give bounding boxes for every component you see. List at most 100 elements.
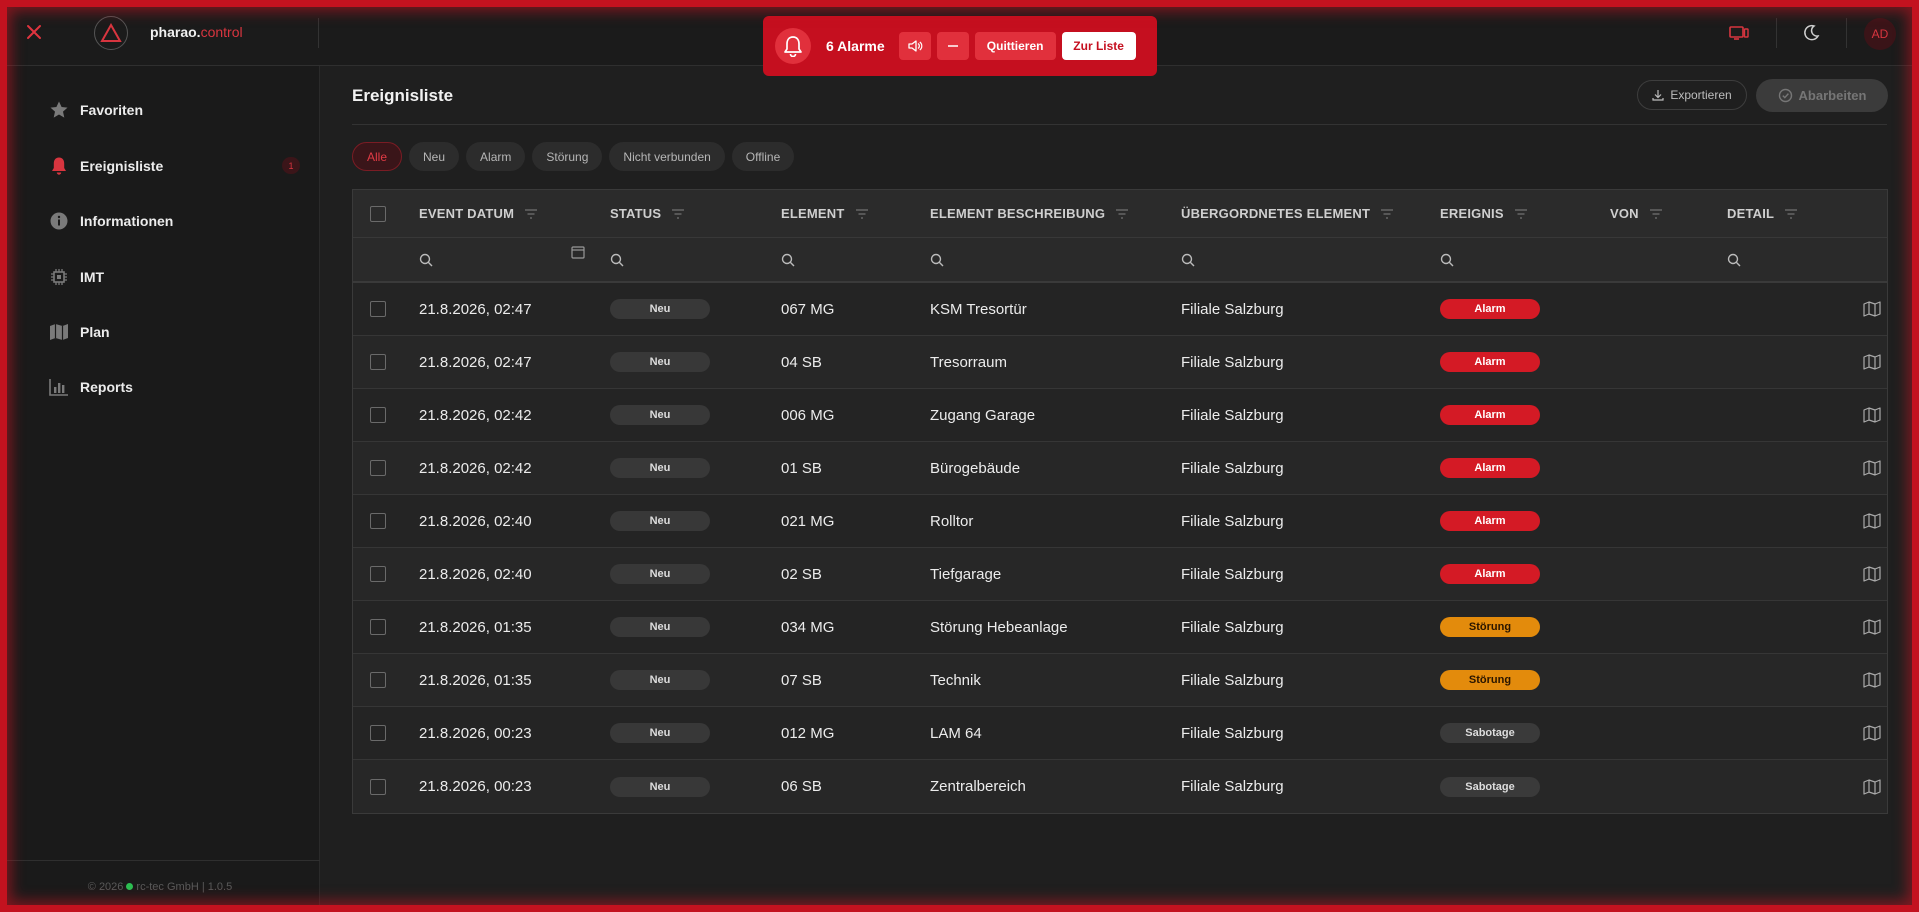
cell-parent: Filiale Salzburg — [1181, 724, 1284, 742]
column-label: EREIGNIS — [1440, 206, 1504, 221]
column-header-status[interactable]: STATUS — [610, 190, 685, 237]
process-button[interactable]: Abarbeiten — [1756, 79, 1888, 112]
search-icon[interactable] — [1727, 253, 1741, 267]
column-header-detail[interactable]: DETAIL — [1727, 190, 1798, 237]
row-checkbox[interactable] — [370, 566, 386, 582]
dark-mode-moon-icon[interactable] — [1800, 22, 1822, 44]
event-badge: Sabotage — [1440, 723, 1540, 743]
acknowledge-button[interactable]: Quittieren — [974, 32, 1056, 60]
table-row[interactable]: 21.8.2026, 02:42 Neu 01 SB Bürogebäude F… — [353, 442, 1887, 495]
screens-icon[interactable] — [1728, 22, 1750, 44]
table-row[interactable]: 21.8.2026, 00:23 Neu 012 MG LAM 64 Filia… — [353, 707, 1887, 760]
map-icon[interactable] — [1863, 460, 1881, 476]
sort-icon[interactable] — [1784, 208, 1798, 219]
row-checkbox[interactable] — [370, 778, 386, 795]
sidebar-item-informationen[interactable]: Informationen — [48, 209, 300, 233]
app-logo — [94, 16, 128, 50]
row-checkbox[interactable] — [370, 407, 386, 423]
search-icon[interactable] — [781, 253, 795, 267]
event-badge: Alarm — [1440, 511, 1540, 531]
map-icon[interactable] — [1863, 354, 1881, 370]
chip-offline[interactable]: Offline — [731, 142, 795, 171]
calendar-icon[interactable] — [571, 230, 585, 273]
chip-stoerung[interactable]: Störung — [532, 142, 603, 171]
sidebar-item-label: Plan — [80, 324, 110, 340]
sidebar-item-ereignisliste[interactable]: Ereignisliste 1 — [48, 154, 300, 178]
event-badge: Störung — [1440, 670, 1540, 690]
column-header-description[interactable]: ELEMENT BESCHREIBUNG — [930, 190, 1129, 237]
sidebar-item-plan[interactable]: Plan — [48, 320, 300, 344]
column-header-event[interactable]: EREIGNIS — [1440, 190, 1528, 237]
sound-button[interactable] — [898, 32, 931, 60]
column-header-date[interactable]: EVENT DATUM — [419, 190, 538, 237]
sort-icon[interactable] — [1514, 208, 1528, 219]
column-header-element[interactable]: ELEMENT — [781, 190, 869, 237]
cell-description: Bürogebäude — [930, 459, 1021, 477]
table-row[interactable]: 21.8.2026, 02:40 Neu 021 MG Rolltor Fili… — [353, 495, 1887, 548]
map-icon[interactable] — [1863, 619, 1881, 635]
table-row[interactable]: 21.8.2026, 02:47 Neu 067 MG KSM Tresortü… — [353, 283, 1887, 336]
column-header-by[interactable]: VON — [1610, 190, 1663, 237]
sort-icon[interactable] — [1649, 208, 1663, 219]
map-icon[interactable] — [1863, 672, 1881, 688]
map-icon[interactable] — [1863, 778, 1881, 795]
event-badge: Alarm — [1440, 299, 1540, 319]
event-badge: Sabotage — [1440, 776, 1540, 797]
chip-alarm[interactable]: Alarm — [466, 142, 526, 171]
event-badge: Alarm — [1440, 458, 1540, 478]
chip-nicht-verbunden[interactable]: Nicht verbunden — [609, 142, 725, 171]
event-badge: Alarm — [1440, 405, 1540, 425]
row-checkbox[interactable] — [370, 725, 386, 741]
row-checkbox[interactable] — [370, 460, 386, 476]
to-list-button[interactable]: Zur Liste — [1061, 32, 1136, 60]
sort-icon[interactable] — [524, 208, 538, 219]
user-avatar[interactable]: AD — [1864, 18, 1896, 50]
search-icon[interactable] — [930, 253, 944, 267]
row-checkbox[interactable] — [370, 672, 386, 688]
cell-description: Zentralbereich — [930, 778, 1026, 795]
search-icon[interactable] — [1181, 253, 1195, 267]
sort-icon[interactable] — [855, 208, 869, 219]
select-all-checkbox[interactable] — [370, 205, 386, 222]
map-icon[interactable] — [1863, 301, 1881, 317]
table-row[interactable]: 21.8.2026, 01:35 Neu 07 SB Technik Filia… — [353, 654, 1887, 707]
export-button[interactable]: Exportieren — [1637, 80, 1747, 110]
cell-date: 21.8.2026, 02:40 — [419, 565, 532, 583]
chip-neu[interactable]: Neu — [409, 142, 460, 171]
sidebar-item-reports[interactable]: Reports — [48, 375, 300, 399]
search-icon[interactable] — [610, 253, 624, 267]
table-row[interactable]: 21.8.2026, 02:40 Neu 02 SB Tiefgarage Fi… — [353, 548, 1887, 601]
notification-badge: 1 — [282, 157, 300, 174]
map-icon[interactable] — [1863, 566, 1881, 582]
row-checkbox[interactable] — [370, 619, 386, 635]
sort-icon[interactable] — [671, 208, 685, 219]
cell-description: Technik — [930, 671, 981, 689]
sidebar-item-imt[interactable]: IMT — [48, 265, 300, 289]
search-icon[interactable] — [419, 253, 433, 267]
status-badge: Neu — [610, 352, 710, 372]
minimize-button[interactable] — [936, 32, 969, 60]
table-row[interactable]: 21.8.2026, 00:23 Neu 06 SB Zentralbereic… — [353, 760, 1887, 813]
search-icon[interactable] — [1440, 253, 1454, 267]
map-icon — [48, 321, 70, 343]
sort-icon[interactable] — [1115, 208, 1129, 219]
row-checkbox[interactable] — [370, 301, 386, 317]
close-icon[interactable] — [22, 20, 46, 44]
column-header-parent[interactable]: ÜBERGORDNETES ELEMENT — [1181, 190, 1394, 237]
table-row[interactable]: 21.8.2026, 01:35 Neu 034 MG Störung Hebe… — [353, 601, 1887, 654]
chip-alle[interactable]: Alle — [352, 142, 403, 171]
column-label: ELEMENT BESCHREIBUNG — [930, 206, 1106, 221]
cell-parent: Filiale Salzburg — [1181, 778, 1284, 795]
sort-icon[interactable] — [1380, 208, 1394, 219]
map-icon[interactable] — [1863, 513, 1881, 529]
column-label: VON — [1610, 206, 1639, 221]
table-row[interactable]: 21.8.2026, 02:42 Neu 006 MG Zugang Garag… — [353, 389, 1887, 442]
sidebar-item-favoriten[interactable]: Favoriten — [48, 98, 300, 122]
table-row[interactable]: 21.8.2026, 02:47 Neu 04 SB Tresorraum Fi… — [353, 336, 1887, 389]
cell-description: KSM Tresortür — [930, 300, 1027, 318]
row-checkbox[interactable] — [370, 354, 386, 370]
row-checkbox[interactable] — [370, 513, 386, 529]
status-badge: Neu — [610, 617, 710, 637]
map-icon[interactable] — [1863, 407, 1881, 423]
map-icon[interactable] — [1863, 725, 1881, 741]
